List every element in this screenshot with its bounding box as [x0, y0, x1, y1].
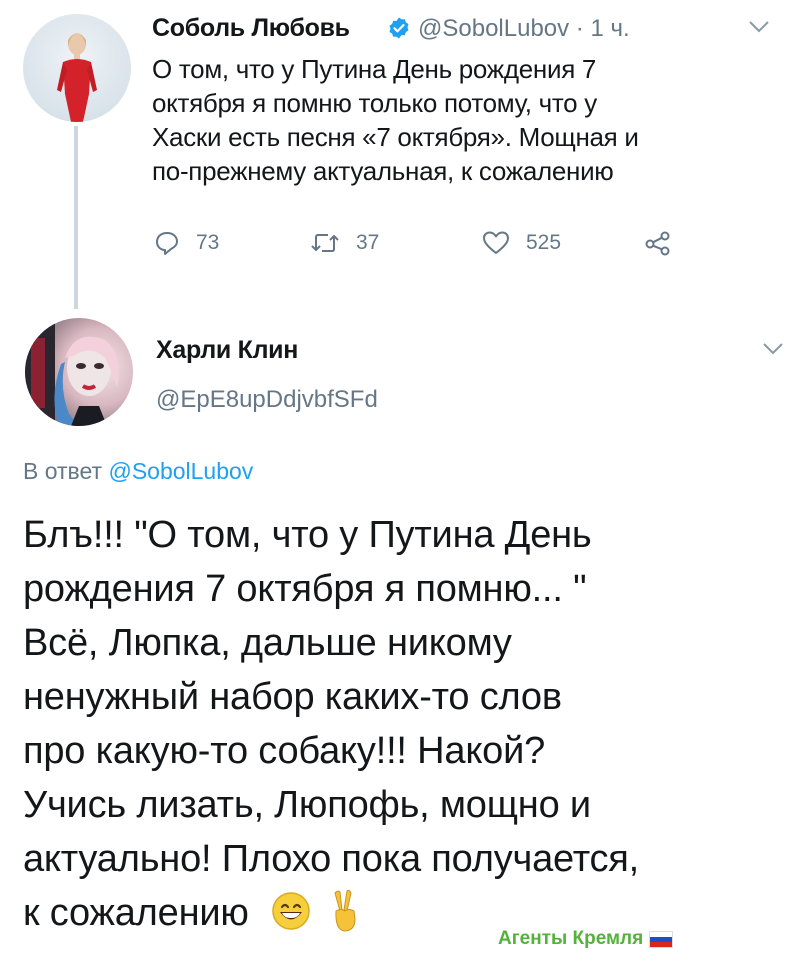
- tweet2-text-last-line: к сожалению: [23, 886, 793, 940]
- tweet2-handle[interactable]: @EpE8upDdjvbfSFd: [156, 386, 378, 414]
- victory-hand-icon: [334, 889, 356, 932]
- like-count: 525: [526, 231, 562, 254]
- tweet2-text-line: Всё, Люпка, дальше никому: [23, 622, 512, 664]
- tweet2-text-line: ненужный набор каких-то слов: [23, 676, 562, 718]
- tweet2-text-line: рождения 7 октября я помню... ": [23, 568, 587, 610]
- avatar-portrait-image: [57, 33, 97, 122]
- tweet1-text-line: Хаски есть песня «7 октября». Мощная и: [152, 122, 639, 152]
- tweet2-text-line: Учись лизать, Люпофь, мощно и: [23, 784, 591, 826]
- tweet2-text-line: актуально! Плохо пока получается,: [23, 838, 640, 880]
- reply-prefix: В ответ: [23, 458, 103, 484]
- heart-icon: [483, 231, 509, 254]
- author-avatar-sobol[interactable]: [23, 14, 131, 122]
- retweet-icon: [311, 234, 339, 252]
- tweet1-author-name[interactable]: Соболь Любовь: [152, 14, 350, 43]
- reply-context: В ответ @SobolLubov: [23, 458, 253, 485]
- tweet1-text-line: по-прежнему актуальная, к сожалению: [152, 156, 614, 186]
- tweet2-text-line: Блъ!!! "О том, что у Путина День: [23, 514, 592, 556]
- author-avatar-harley[interactable]: [25, 318, 133, 426]
- watermark: Агенты Кремля: [498, 928, 674, 950]
- like-button[interactable]: 525: [482, 230, 561, 256]
- chevron-down-icon[interactable]: [762, 342, 784, 356]
- tweet2-text: Блъ!!! "О том, что у Путина День рождени…: [23, 508, 793, 940]
- retweet-count: 37: [356, 231, 380, 254]
- tweet1-handle-time[interactable]: @SobolLubov · 1 ч.: [418, 15, 630, 43]
- reply-count: 73: [196, 231, 220, 254]
- reply-icon: [156, 232, 178, 255]
- share-button[interactable]: [644, 230, 688, 256]
- verified-badge-icon: [389, 17, 409, 39]
- chevron-down-icon[interactable]: [748, 20, 770, 34]
- reply-mention-link[interactable]: @SobolLubov: [108, 458, 253, 484]
- avatar-portrait-image: [25, 318, 119, 426]
- grinning-face-icon: [272, 892, 310, 930]
- share-icon: [645, 231, 670, 256]
- tweet2-author-name[interactable]: Харли Клин: [156, 336, 298, 365]
- retweet-button[interactable]: 37: [310, 230, 379, 256]
- tweet2-text-line: про какую-то собаку!!! Накой?: [23, 730, 546, 772]
- tweet1-text-line: О том, что у Путина День рождения 7: [152, 54, 597, 84]
- watermark-text: Агенты Кремля: [498, 928, 644, 949]
- tweet1-text-line: октября я помню только потому, что у: [152, 88, 597, 118]
- tweet1-text: О том, что у Путина День рождения 7 октя…: [152, 52, 782, 188]
- tweet2-text-line: к сожалению: [23, 892, 249, 934]
- reply-button[interactable]: 73: [154, 230, 219, 256]
- thread-connector-line: [74, 126, 78, 309]
- russian-flag-icon: [649, 930, 674, 948]
